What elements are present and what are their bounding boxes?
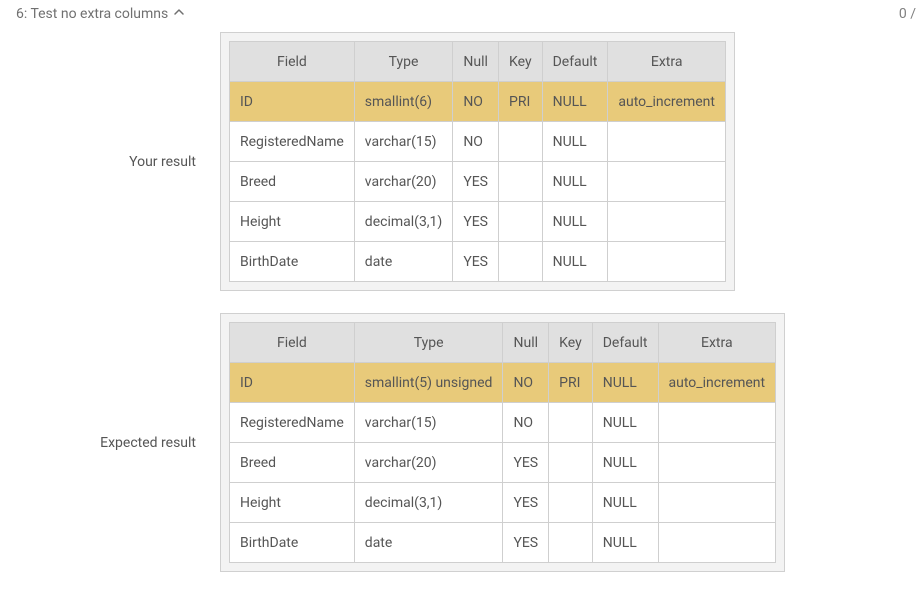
your-result-table: Field Type Null Key Default Extra IDsmal…	[229, 41, 726, 282]
cell: decimal(3,1)	[354, 202, 453, 242]
cell	[608, 242, 726, 282]
table-row: Heightdecimal(3,1)YES NULL	[230, 483, 776, 523]
table-row: Breedvarchar(20)YES NULL	[230, 162, 726, 202]
cell	[658, 523, 776, 563]
cell: NO	[503, 363, 549, 403]
cell	[658, 483, 776, 523]
cell: BirthDate	[230, 523, 355, 563]
cell	[658, 443, 776, 483]
cell: YES	[453, 162, 499, 202]
cell: RegisteredName	[230, 122, 355, 162]
table-row: BirthDatedateYES NULL	[230, 523, 776, 563]
expected-result-label: Expected result	[46, 435, 196, 451]
col-default: Default	[592, 323, 658, 363]
cell: YES	[503, 523, 549, 563]
your-result-table-wrap: Field Type Null Key Default Extra IDsmal…	[220, 32, 735, 291]
cell	[608, 122, 726, 162]
cell	[549, 403, 593, 443]
table-row: IDsmallint(6)NOPRINULLauto_increment	[230, 82, 726, 122]
test-header: 6: Test no extra columns 0 /	[0, 0, 922, 32]
col-field: Field	[230, 323, 355, 363]
cell: PRI	[499, 82, 543, 122]
cell	[499, 202, 543, 242]
cell: PRI	[549, 363, 593, 403]
cell: NULL	[542, 162, 608, 202]
cell: Breed	[230, 162, 355, 202]
cell	[549, 443, 593, 483]
cell: NULL	[592, 403, 658, 443]
expected-result-table: Field Type Null Key Default Extra IDsmal…	[229, 322, 776, 563]
col-extra: Extra	[658, 323, 776, 363]
table-row: Breedvarchar(20)YES NULL	[230, 443, 776, 483]
cell: NO	[503, 403, 549, 443]
cell	[499, 122, 543, 162]
your-result-label: Your result	[46, 154, 196, 170]
cell	[549, 523, 593, 563]
col-type: Type	[354, 323, 503, 363]
cell	[658, 403, 776, 443]
cell: NULL	[542, 122, 608, 162]
cell: NULL	[592, 363, 658, 403]
cell: smallint(6)	[354, 82, 453, 122]
col-type: Type	[354, 42, 453, 82]
table-row: RegisteredNamevarchar(15)NO NULL	[230, 122, 726, 162]
cell: BirthDate	[230, 242, 355, 282]
cell: NO	[453, 82, 499, 122]
cell: YES	[453, 242, 499, 282]
cell: date	[354, 523, 503, 563]
cell: decimal(3,1)	[354, 483, 503, 523]
cell	[499, 162, 543, 202]
col-field: Field	[230, 42, 355, 82]
cell: varchar(20)	[354, 162, 453, 202]
table-header-row: Field Type Null Key Default Extra	[230, 323, 776, 363]
cell	[549, 483, 593, 523]
cell	[499, 242, 543, 282]
test-toggle[interactable]: 6: Test no extra columns	[16, 6, 186, 22]
table-row: BirthDatedateYES NULL	[230, 242, 726, 282]
col-null: Null	[453, 42, 499, 82]
cell: auto_increment	[658, 363, 776, 403]
test-title: 6: Test no extra columns	[16, 6, 168, 22]
cell: varchar(15)	[354, 122, 453, 162]
cell: ID	[230, 82, 355, 122]
cell: NULL	[542, 202, 608, 242]
your-result-section: Your result Field Type Null Key Default …	[0, 32, 922, 291]
chevron-up-icon	[172, 6, 186, 22]
cell: auto_increment	[608, 82, 726, 122]
cell: Breed	[230, 443, 355, 483]
col-key: Key	[499, 42, 543, 82]
col-extra: Extra	[608, 42, 726, 82]
cell: NULL	[592, 523, 658, 563]
cell: varchar(15)	[354, 403, 503, 443]
cell: smallint(5) unsigned	[354, 363, 503, 403]
cell: Height	[230, 202, 355, 242]
col-key: Key	[549, 323, 593, 363]
cell: YES	[453, 202, 499, 242]
expected-result-table-wrap: Field Type Null Key Default Extra IDsmal…	[220, 313, 785, 572]
cell: NULL	[542, 82, 608, 122]
cell: date	[354, 242, 453, 282]
table-row: Heightdecimal(3,1)YES NULL	[230, 202, 726, 242]
cell: RegisteredName	[230, 403, 355, 443]
cell: varchar(20)	[354, 443, 503, 483]
cell: NULL	[542, 242, 608, 282]
cell: Height	[230, 483, 355, 523]
cell: NULL	[592, 483, 658, 523]
cell	[608, 162, 726, 202]
table-row: RegisteredNamevarchar(15)NO NULL	[230, 403, 776, 443]
cell: ID	[230, 363, 355, 403]
cell: YES	[503, 443, 549, 483]
col-default: Default	[542, 42, 608, 82]
test-score: 0 /	[899, 6, 916, 22]
col-null: Null	[503, 323, 549, 363]
cell	[608, 202, 726, 242]
expected-result-section: Expected result Field Type Null Key Defa…	[0, 313, 922, 572]
cell: NULL	[592, 443, 658, 483]
cell: NO	[453, 122, 499, 162]
cell: YES	[503, 483, 549, 523]
table-header-row: Field Type Null Key Default Extra	[230, 42, 726, 82]
table-row: IDsmallint(5) unsignedNOPRINULLauto_incr…	[230, 363, 776, 403]
